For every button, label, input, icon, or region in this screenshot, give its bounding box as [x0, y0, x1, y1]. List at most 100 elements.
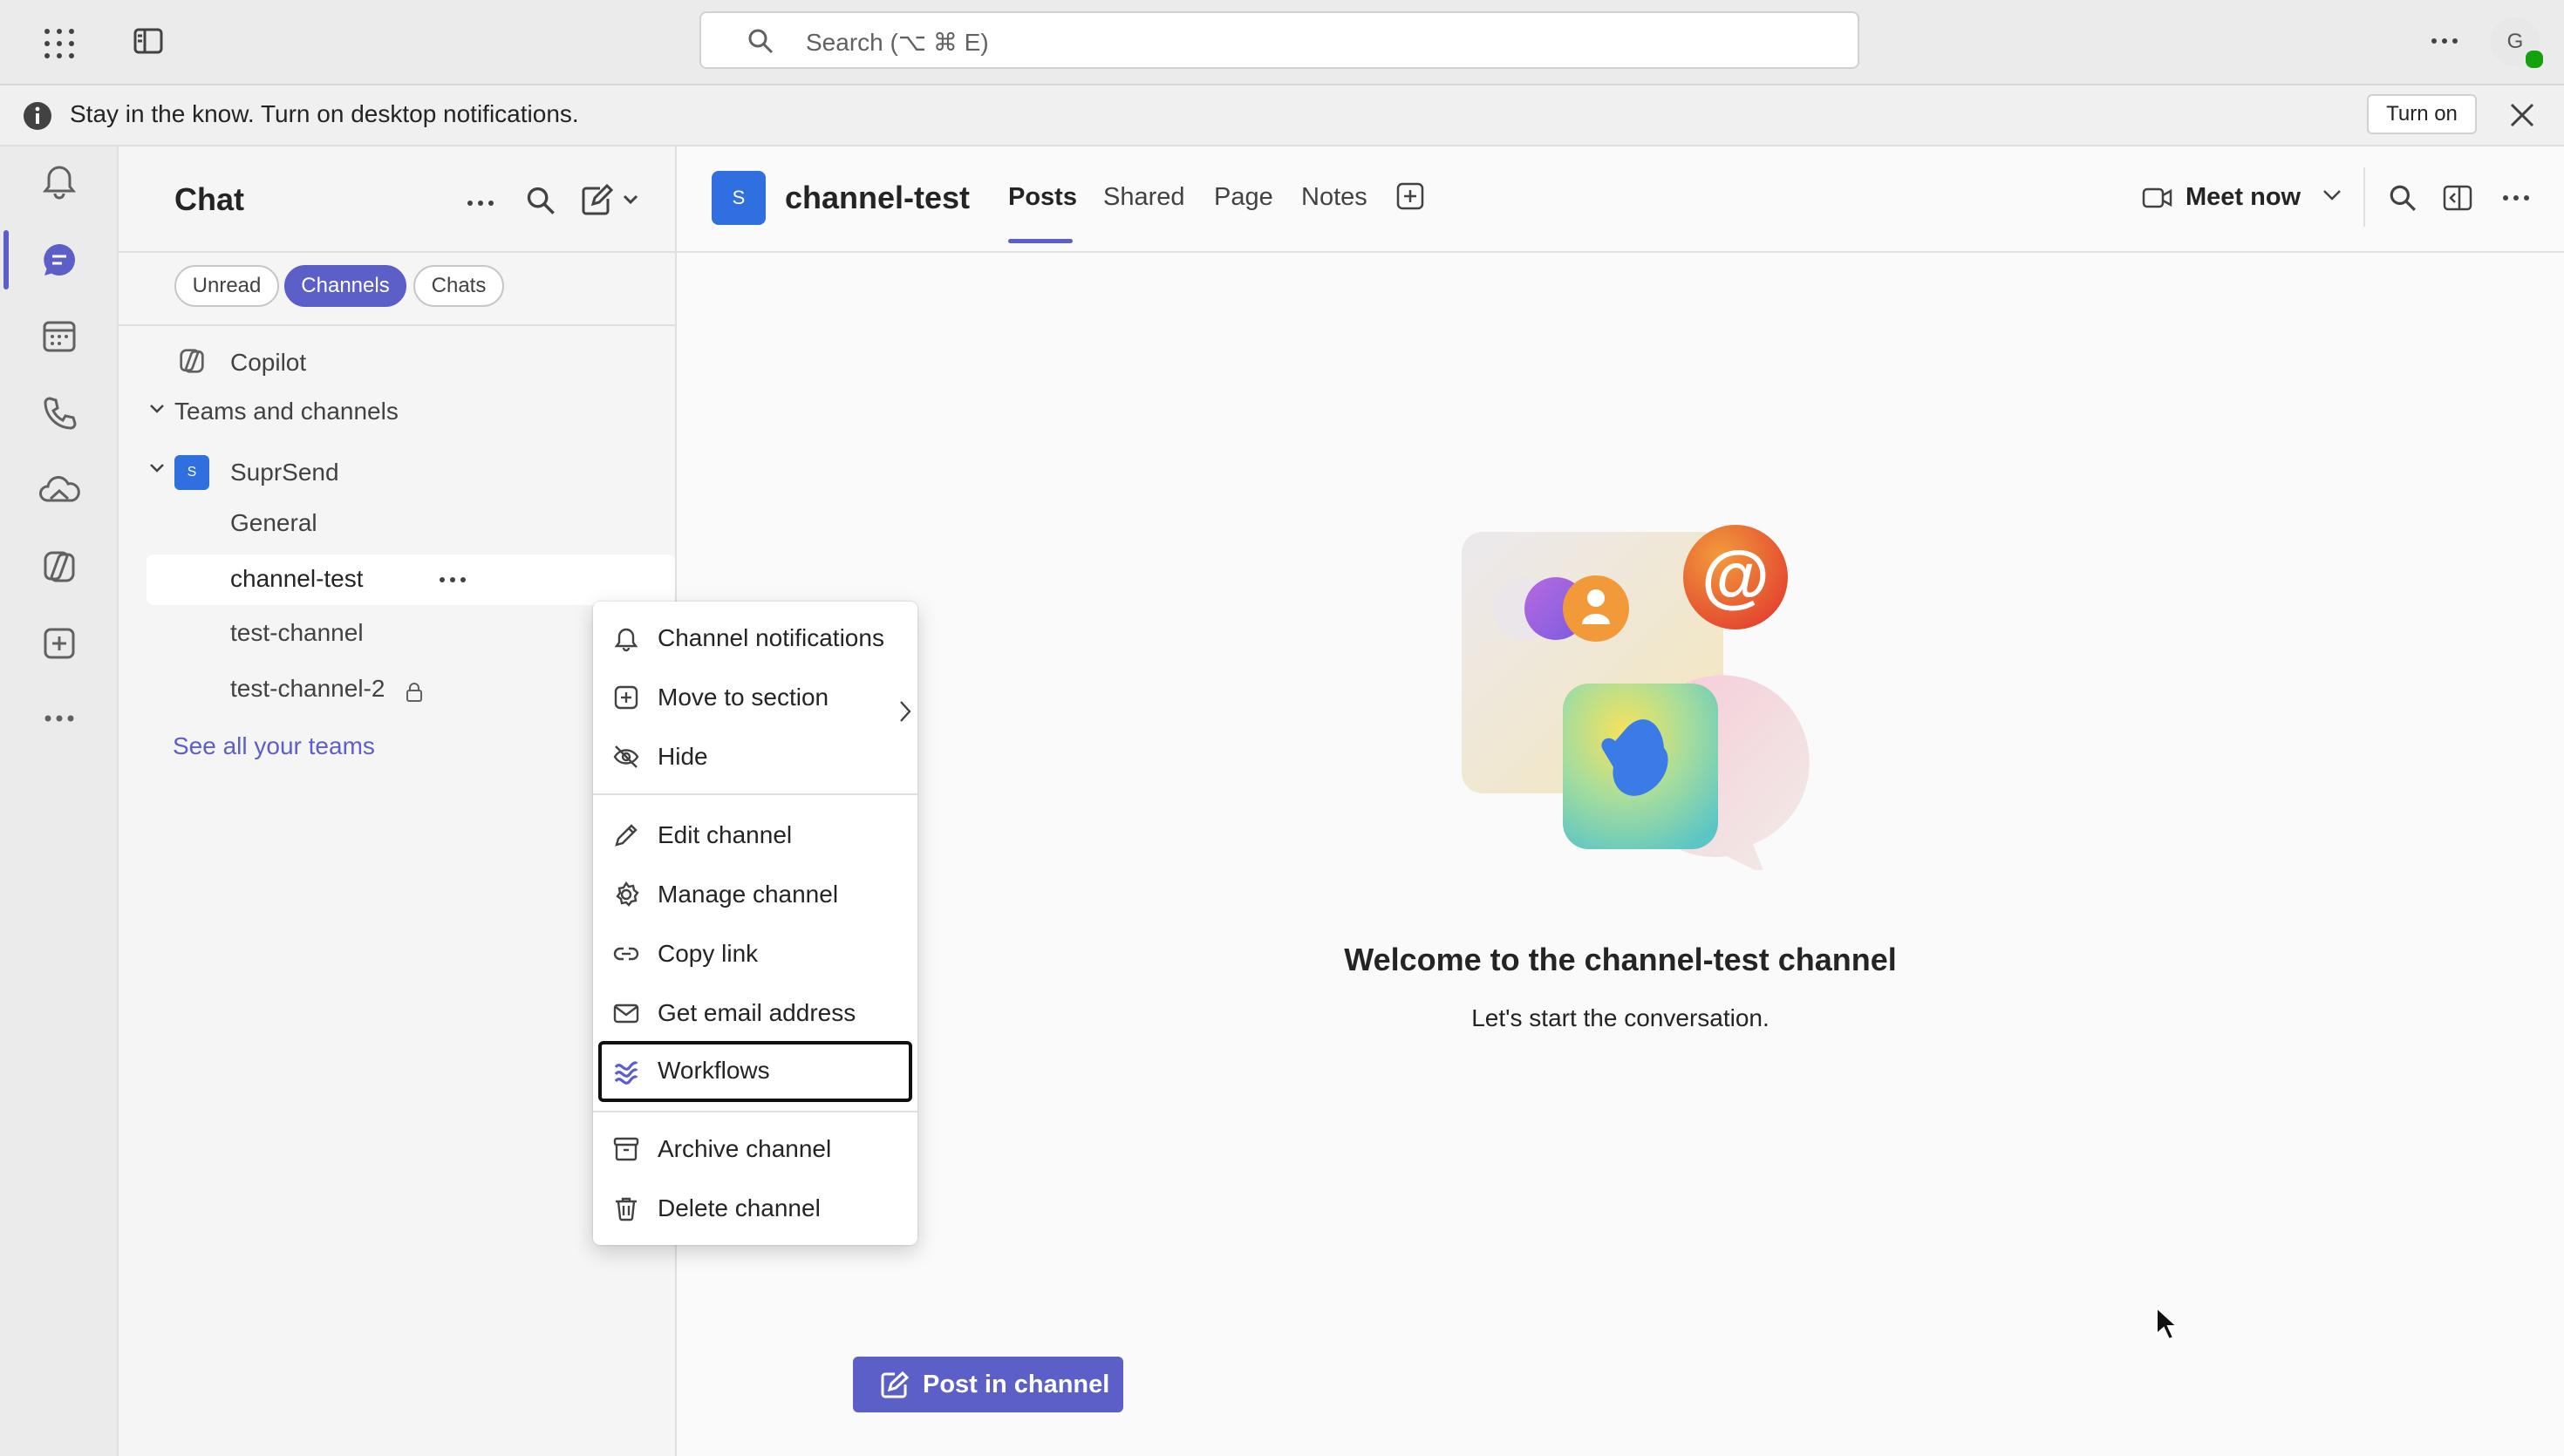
chat-icon[interactable]	[37, 237, 82, 282]
menu-item-label: Workflows	[658, 1057, 770, 1084]
menu-item-label: Copy link	[658, 940, 759, 967]
channel-avatar: S	[712, 171, 766, 225]
search-icon[interactable]	[2388, 183, 2417, 213]
chevron-down-icon	[148, 462, 166, 474]
channel-context-menu: Channel notifications Move to section Hi…	[593, 602, 917, 1245]
onedrive-cloud-icon[interactable]	[37, 467, 82, 513]
menu-item-archive-channel[interactable]: Archive channel	[593, 1121, 917, 1177]
search-box[interactable]: Search (⌥ ⌘ E)	[699, 11, 1859, 69]
avatar[interactable]: G	[2491, 17, 2545, 70]
divider	[2363, 167, 2365, 227]
post-button-label: Post in channel	[923, 1371, 1110, 1398]
app-rail	[0, 146, 119, 1456]
video-camera-icon	[2142, 185, 2173, 211]
menu-item-workflows[interactable]: Workflows	[598, 1041, 912, 1102]
add-square-icon	[614, 685, 638, 710]
trash-icon	[616, 1197, 637, 1221]
copilot-label: Copilot	[230, 349, 307, 376]
more-options-icon[interactable]	[2501, 185, 2531, 211]
team-name: SuprSend	[230, 459, 339, 486]
menu-item-copy-link[interactable]: Copy link	[593, 926, 917, 982]
meet-now-label: Meet now	[2186, 183, 2301, 211]
search-icon	[747, 27, 774, 55]
turn-on-button[interactable]: Turn on	[2367, 94, 2477, 134]
search-icon[interactable]	[525, 185, 556, 216]
activity-bell-icon[interactable]	[37, 157, 82, 202]
filter-channels[interactable]: Channels	[284, 265, 406, 307]
add-apps-icon[interactable]	[37, 621, 82, 666]
menu-item-edit-channel[interactable]: Edit channel	[593, 807, 917, 863]
open-side-panel-icon[interactable]	[2442, 183, 2473, 213]
active-indicator	[3, 230, 9, 289]
pencil-icon	[615, 824, 638, 847]
calendar-icon[interactable]	[37, 314, 82, 359]
divider	[119, 324, 675, 326]
menu-item-hide[interactable]: Hide	[593, 729, 917, 785]
post-in-channel-button[interactable]: Post in channel	[853, 1357, 1123, 1412]
channel-label: channel-test	[230, 565, 364, 592]
filter-chats[interactable]: Chats	[413, 265, 504, 307]
chevron-down-icon	[148, 403, 166, 415]
notification-banner: Stay in the know. Turn on desktop notifi…	[0, 85, 2564, 146]
active-tab-indicator	[1008, 239, 1073, 243]
divider	[119, 251, 675, 253]
copilot-icon	[174, 344, 209, 378]
gear-icon	[616, 881, 639, 907]
new-chat-compose-icon[interactable]	[581, 183, 642, 216]
menu-item-move-to-section[interactable]: Move to section	[593, 670, 917, 725]
close-icon[interactable]	[2508, 101, 2536, 129]
chevron-down-icon[interactable]	[2322, 188, 2342, 202]
workflows-icon	[614, 1061, 638, 1085]
pane-title: Chat	[174, 181, 244, 217]
channel-item-test-channel[interactable]: test-channel	[230, 619, 364, 647]
channel-item-selected[interactable]: channel-test	[147, 555, 675, 605]
title-bar: Search (⌥ ⌘ E) G	[0, 0, 2564, 85]
private-lock-icon	[405, 682, 424, 703]
tab-shared[interactable]: Shared	[1103, 183, 1185, 212]
section-label: Teams and channels	[174, 398, 399, 425]
meet-now-button[interactable]: Meet now	[2142, 176, 2351, 220]
menu-divider	[593, 1111, 917, 1112]
tab-page[interactable]: Page	[1214, 183, 1273, 212]
filter-unread[interactable]: Unread	[174, 265, 279, 307]
menu-item-get-email-address[interactable]: Get email address	[593, 985, 917, 1041]
channel-title: channel-test	[785, 180, 971, 215]
channel-more-options-icon[interactable]	[438, 567, 467, 593]
menu-item-delete-channel[interactable]: Delete channel	[593, 1180, 917, 1236]
more-options-icon[interactable]	[2430, 26, 2459, 56]
more-options-icon[interactable]	[466, 190, 495, 216]
menu-item-label: Delete channel	[658, 1194, 821, 1221]
calls-phone-icon[interactable]	[37, 391, 82, 436]
channel-item-test-channel-2[interactable]: test-channel-2	[230, 675, 457, 710]
tab-notes[interactable]: Notes	[1301, 183, 1367, 212]
avatar-initial: G	[2506, 30, 2524, 53]
welcome-illustration: @	[1456, 521, 1823, 870]
menu-item-label: Move to section	[658, 684, 829, 711]
mouse-cursor-icon	[2154, 1306, 2180, 1343]
team-item-suprsend[interactable]: S SuprSend	[148, 452, 637, 493]
menu-divider	[593, 793, 917, 795]
bell-icon	[614, 628, 638, 652]
more-apps-icon[interactable]	[37, 696, 82, 741]
copilot-item[interactable]: Copilot	[174, 340, 663, 384]
menu-item-manage-channel[interactable]: Manage channel	[593, 867, 917, 922]
sidebar-toggle-icon[interactable]	[133, 26, 164, 56]
channel-item-general[interactable]: General	[230, 509, 317, 537]
copilot-icon[interactable]	[37, 544, 82, 589]
menu-item-label: Channel notifications	[658, 624, 884, 651]
tab-posts[interactable]: Posts	[1008, 183, 1077, 212]
menu-item-label: Edit channel	[658, 821, 793, 848]
team-avatar-letter: S	[187, 465, 197, 480]
section-header-teams[interactable]: Teams and channels	[148, 394, 637, 429]
add-tab-icon[interactable]	[1395, 181, 1425, 211]
channel-label: test-channel-2	[230, 675, 385, 702]
see-all-teams-link[interactable]: See all your teams	[173, 732, 375, 760]
search-input[interactable]: Search (⌥ ⌘ E)	[806, 28, 989, 57]
link-icon	[613, 947, 639, 961]
welcome-subtitle: Let's start the conversation.	[1471, 1004, 1770, 1031]
channel-view: S channel-test Posts Shared Page Notes M…	[677, 146, 2564, 1456]
app-launcher-icon[interactable]	[42, 26, 77, 61]
menu-item-channel-notifications[interactable]: Channel notifications	[593, 610, 917, 666]
team-avatar: S	[174, 455, 209, 490]
menu-item-label: Hide	[658, 743, 708, 770]
